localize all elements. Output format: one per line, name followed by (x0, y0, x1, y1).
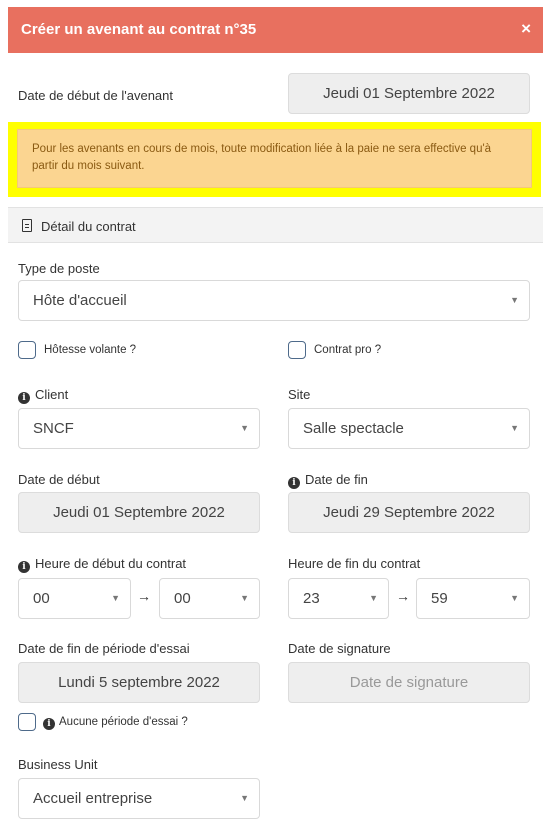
fin-essai-value: Lundi 5 septembre 2022 (58, 674, 220, 691)
date-debut-label: Date de début (18, 472, 100, 487)
chevron-down-icon: ▼ (510, 593, 519, 603)
arrow-right-icon: → (137, 588, 151, 604)
client-label: i Client (18, 387, 68, 404)
section-title: Détail du contrat (41, 219, 136, 234)
site-value: Salle spectacle (303, 420, 404, 437)
section-header: Détail du contrat (8, 207, 543, 243)
date-debut-field: Jeudi 01 Septembre 2022 (18, 492, 260, 533)
close-button[interactable]: × (521, 19, 531, 39)
signature-label: Date de signature (288, 641, 391, 656)
avenant-start-field: Jeudi 01 Septembre 2022 (288, 73, 530, 114)
contrat-pro-checkbox[interactable] (288, 341, 306, 359)
avenant-start-label: Date de début de l'avenant (18, 88, 173, 103)
avenant-start-value: Jeudi 01 Septembre 2022 (323, 85, 495, 102)
date-fin-field: Jeudi 29 Septembre 2022 (288, 492, 530, 533)
info-icon: i (288, 477, 300, 489)
heure-fin-label: Heure de fin du contrat (288, 556, 421, 571)
heure-debut-minute-value: 00 (174, 590, 191, 607)
info-icon: i (43, 718, 55, 730)
chevron-down-icon: ▼ (510, 423, 519, 433)
chevron-down-icon: ▼ (510, 295, 519, 305)
document-icon (22, 219, 32, 232)
contrat-pro-label: Contrat pro ? (314, 344, 382, 356)
fin-essai-field: Lundi 5 septembre 2022 (18, 662, 260, 703)
heure-debut-hour-value: 00 (33, 590, 50, 607)
chevron-down-icon: ▼ (369, 593, 378, 603)
business-unit-select[interactable]: Accueil entreprise ▼ (18, 778, 260, 819)
heure-fin-hour-select[interactable]: 23 ▼ (288, 578, 389, 619)
date-fin-label: i Date de fin (288, 472, 368, 489)
heure-debut-hour-select[interactable]: 00 ▼ (18, 578, 131, 619)
heure-debut-minute-select[interactable]: 00 ▼ (159, 578, 260, 619)
alert-text: Pour les avenants en cours de mois, tout… (32, 143, 492, 172)
chevron-down-icon: ▼ (240, 793, 249, 803)
chevron-down-icon: ▼ (240, 593, 249, 603)
date-fin-value: Jeudi 29 Septembre 2022 (323, 504, 495, 521)
chevron-down-icon: ▼ (240, 423, 249, 433)
type-poste-label: Type de poste (18, 261, 100, 276)
client-select[interactable]: SNCF ▼ (18, 408, 260, 449)
aucune-essai-label: i Aucune période d'essai ? (43, 716, 188, 730)
date-debut-value: Jeudi 01 Septembre 2022 (53, 504, 225, 521)
business-unit-label: Business Unit (18, 757, 98, 772)
arrow-right-icon: → (396, 588, 410, 604)
chevron-down-icon: ▼ (111, 593, 120, 603)
site-label: Site (288, 387, 311, 402)
aucune-essai-checkbox[interactable] (18, 713, 36, 731)
alert-message: Pour les avenants en cours de mois, tout… (17, 129, 532, 188)
heure-fin-minute-select[interactable]: 59 ▼ (416, 578, 530, 619)
client-value: SNCF (33, 420, 74, 437)
info-icon: i (18, 392, 30, 404)
modal-title: Créer un avenant au contrat n°35 (21, 21, 257, 38)
signature-input[interactable]: Date de signature (288, 662, 530, 703)
type-poste-value: Hôte d'accueil (33, 292, 127, 309)
hotesse-volante-label: Hôtesse volante ? (44, 344, 137, 356)
info-icon: i (18, 561, 30, 573)
business-unit-value: Accueil entreprise (33, 790, 153, 807)
type-poste-select[interactable]: Hôte d'accueil ▼ (18, 280, 530, 321)
heure-fin-hour-value: 23 (303, 590, 320, 607)
hotesse-volante-checkbox[interactable] (18, 341, 36, 359)
signature-placeholder: Date de signature (349, 674, 469, 691)
fin-essai-label: Date de fin de période d'essai (18, 641, 190, 656)
modal-header: Créer un avenant au contrat n°35 × (8, 7, 543, 53)
heure-fin-minute-value: 59 (431, 590, 448, 607)
site-select[interactable]: Salle spectacle ▼ (288, 408, 530, 449)
heure-debut-label: i Heure de début du contrat (18, 556, 186, 573)
